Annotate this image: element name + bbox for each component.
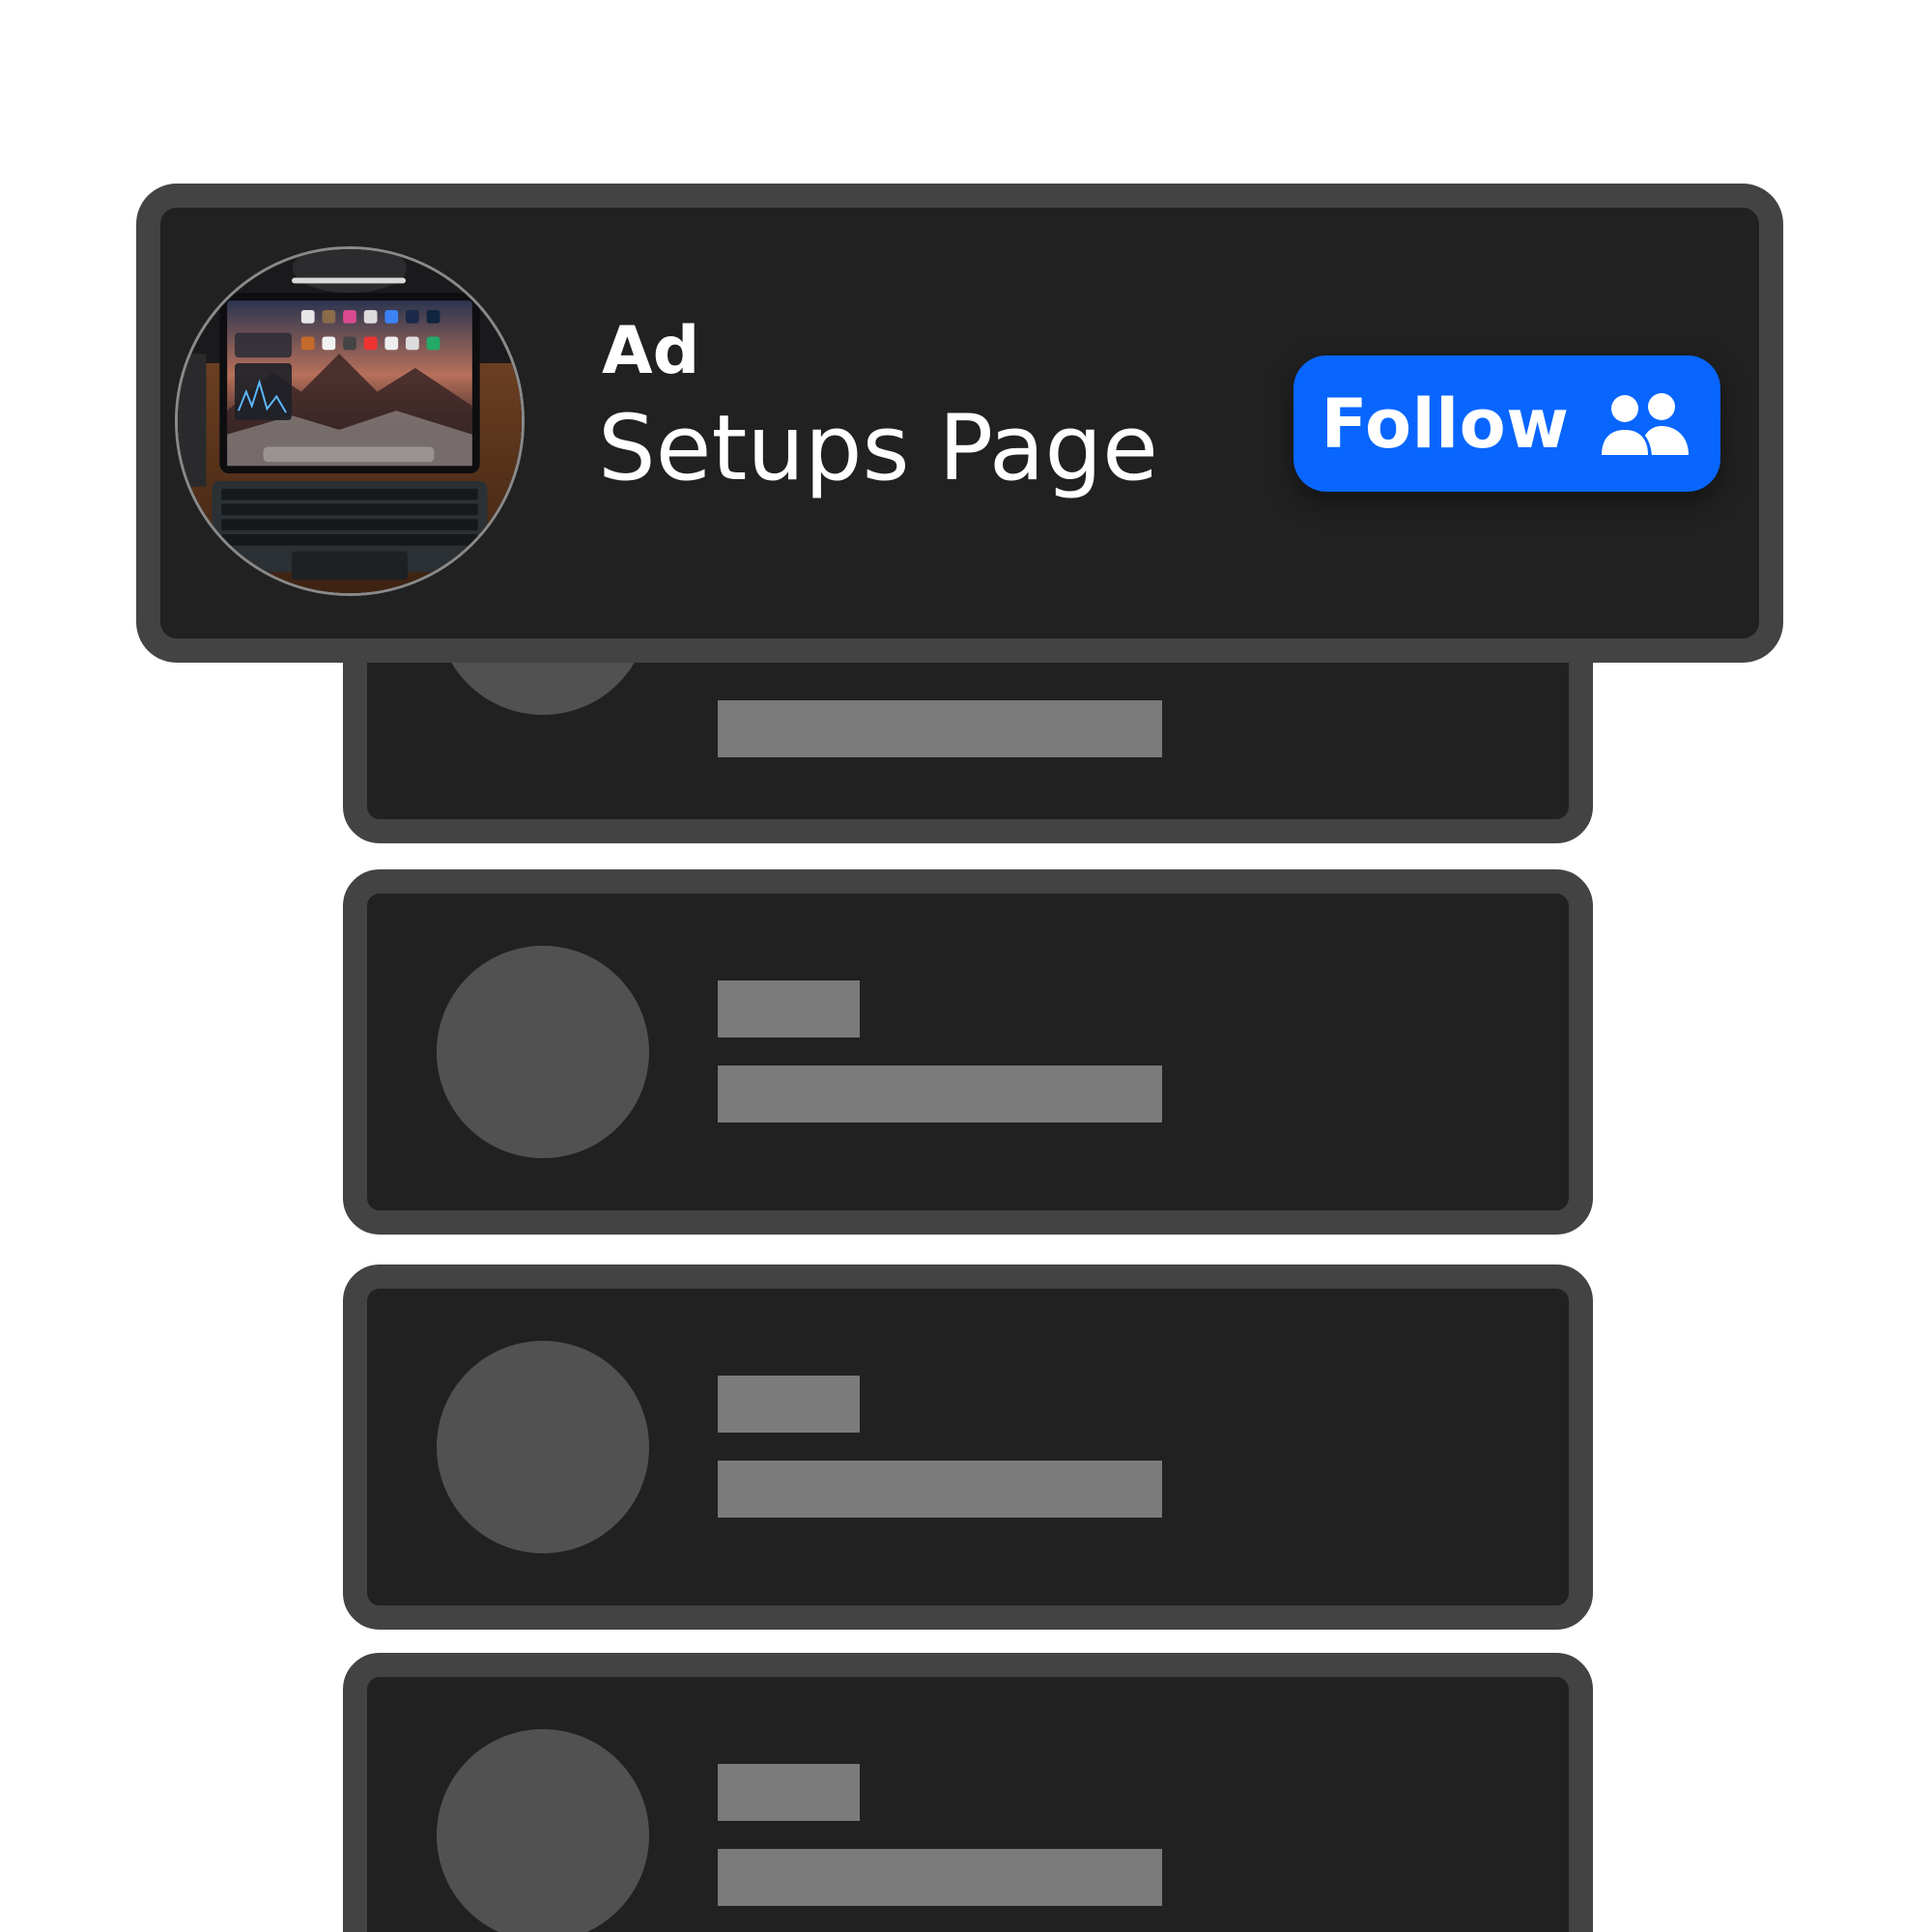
placeholder-card [343, 1653, 1593, 1932]
placeholder-avatar [437, 946, 649, 1158]
tablet-setup-photo-icon [178, 249, 522, 593]
placeholder-avatar [437, 1729, 649, 1932]
placeholder-line [718, 1461, 1162, 1518]
follow-button[interactable]: Follow [1293, 355, 1720, 492]
placeholder-line-short [718, 980, 860, 1037]
placeholder-line-short [718, 1764, 860, 1821]
placeholder-line [718, 1849, 1162, 1906]
placeholder-line [718, 700, 1162, 757]
placeholder-line [718, 1065, 1162, 1122]
people-icon [1596, 389, 1692, 459]
feed-stage: Ad Setups Page Follow [0, 0, 1932, 1932]
placeholder-line-short [718, 1376, 860, 1433]
page-avatar[interactable] [175, 246, 525, 596]
page-name[interactable]: Setups Page [598, 404, 1158, 495]
placeholder-card [343, 869, 1593, 1235]
follow-button-label: Follow [1321, 384, 1570, 464]
placeholder-card [343, 1264, 1593, 1630]
sponsored-label: Ad [602, 313, 700, 389]
placeholder-avatar [437, 1341, 649, 1553]
